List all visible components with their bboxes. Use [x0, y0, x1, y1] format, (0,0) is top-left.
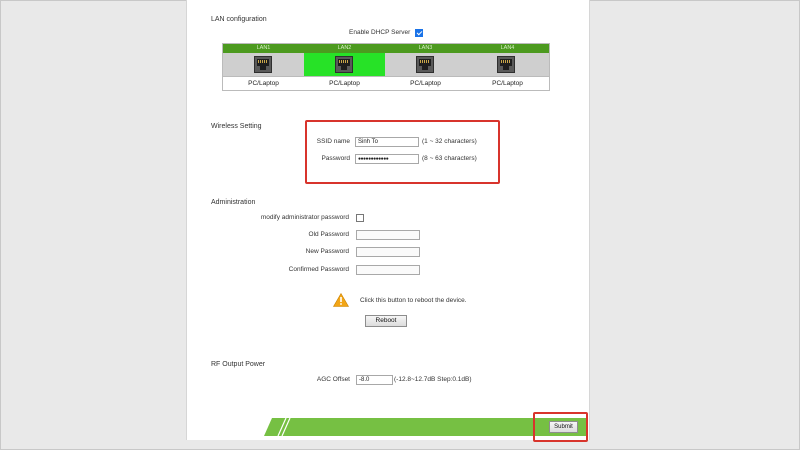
- password-hint: (8 ~ 63 characters): [422, 155, 477, 162]
- new-password-label: New Password: [305, 248, 349, 255]
- wireless-highlight-box: [305, 120, 500, 184]
- dhcp-label: Enable DHCP Server: [349, 29, 411, 36]
- agc-offset-input[interactable]: -8.0: [356, 375, 393, 385]
- ethernet-port-icon: [254, 56, 272, 73]
- lan-port-status: [466, 53, 549, 77]
- lan-port-4: LAN4 PC/Laptop: [466, 44, 549, 90]
- dhcp-checkbox[interactable]: [415, 29, 423, 37]
- ssid-label: SSID name: [316, 138, 350, 145]
- password-label: Password: [321, 155, 350, 162]
- reboot-button[interactable]: Reboot: [365, 315, 407, 327]
- lan-port-device: PC/Laptop: [304, 77, 385, 90]
- lan-section-title: LAN configuration: [211, 16, 267, 23]
- reboot-description: Click this button to reboot the device.: [360, 297, 467, 304]
- rf-section-title: RF Output Power: [211, 361, 266, 368]
- ethernet-port-icon: [497, 56, 515, 73]
- modify-password-label: modify administrator password: [260, 214, 349, 221]
- lan-port-status: [223, 53, 304, 77]
- password-input[interactable]: ●●●●●●●●●●●●: [355, 154, 419, 164]
- wireless-section-title: Wireless Setting: [211, 123, 262, 130]
- lan-port-device: PC/Laptop: [223, 77, 304, 90]
- confirm-password-label: Confirmed Password: [288, 266, 349, 273]
- lan-port-1: LAN1 PC/Laptop: [223, 44, 305, 90]
- warning-icon: [333, 293, 349, 307]
- lan-port-status: [385, 53, 466, 77]
- lan-ports-table: LAN1 PC/Laptop LAN2 PC/Laptop LAN3 PC/La…: [222, 43, 550, 91]
- lan-port-name: LAN4: [466, 44, 549, 53]
- lan-port-3: LAN3 PC/Laptop: [385, 44, 467, 90]
- lan-port-device: PC/Laptop: [385, 77, 466, 90]
- new-password-input[interactable]: [356, 247, 420, 257]
- lan-port-device: PC/Laptop: [466, 77, 549, 90]
- old-password-label: Old Password: [308, 231, 349, 238]
- admin-section-title: Administration: [211, 199, 256, 206]
- agc-offset-label: AGC Offset: [316, 376, 350, 383]
- modify-password-checkbox[interactable]: [356, 214, 364, 222]
- lan-port-name: LAN3: [385, 44, 466, 53]
- ethernet-port-icon: [335, 56, 353, 73]
- lan-port-status-active: [304, 53, 385, 77]
- old-password-input[interactable]: [356, 230, 420, 240]
- confirm-password-input[interactable]: [356, 265, 420, 275]
- lan-port-2: LAN2 PC/Laptop: [304, 44, 386, 90]
- agc-offset-hint: (-12.8~12.7dB Step:0.1dB): [394, 376, 472, 383]
- ssid-input[interactable]: Sinh To: [355, 137, 419, 147]
- lan-port-name: LAN2: [304, 44, 385, 53]
- ethernet-port-icon: [416, 56, 434, 73]
- ssid-hint: (1 ~ 32 characters): [422, 138, 477, 145]
- lan-port-name: LAN1: [223, 44, 304, 53]
- submit-highlight-box: [533, 412, 588, 442]
